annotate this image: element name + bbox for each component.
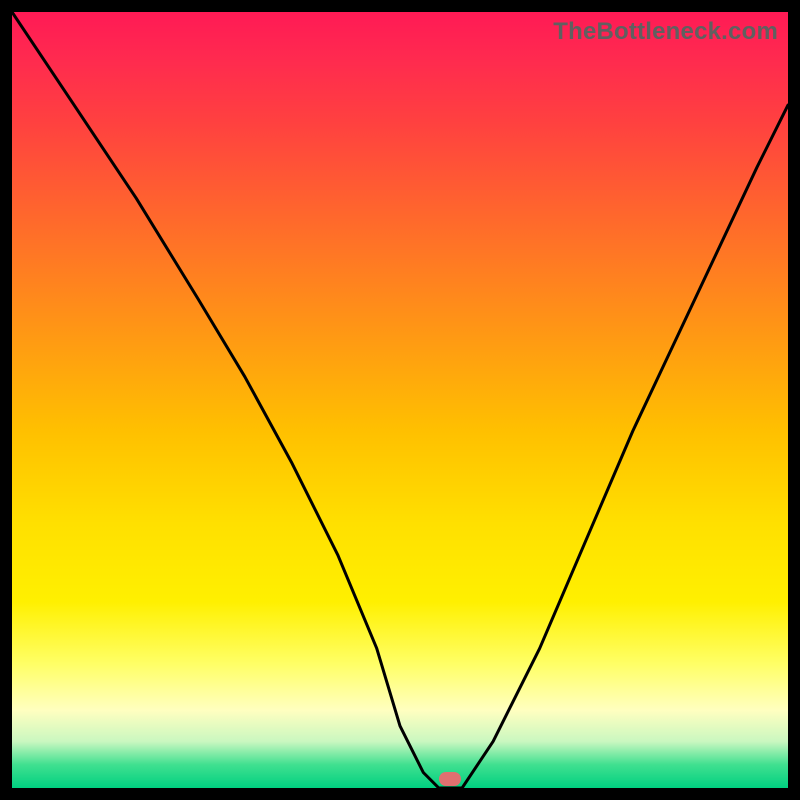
- optimal-marker: [439, 772, 461, 786]
- curve-svg: [12, 12, 788, 788]
- plot-area: TheBottleneck.com: [12, 12, 788, 788]
- chart-container: TheBottleneck.com: [0, 0, 800, 800]
- bottleneck-curve: [12, 12, 788, 788]
